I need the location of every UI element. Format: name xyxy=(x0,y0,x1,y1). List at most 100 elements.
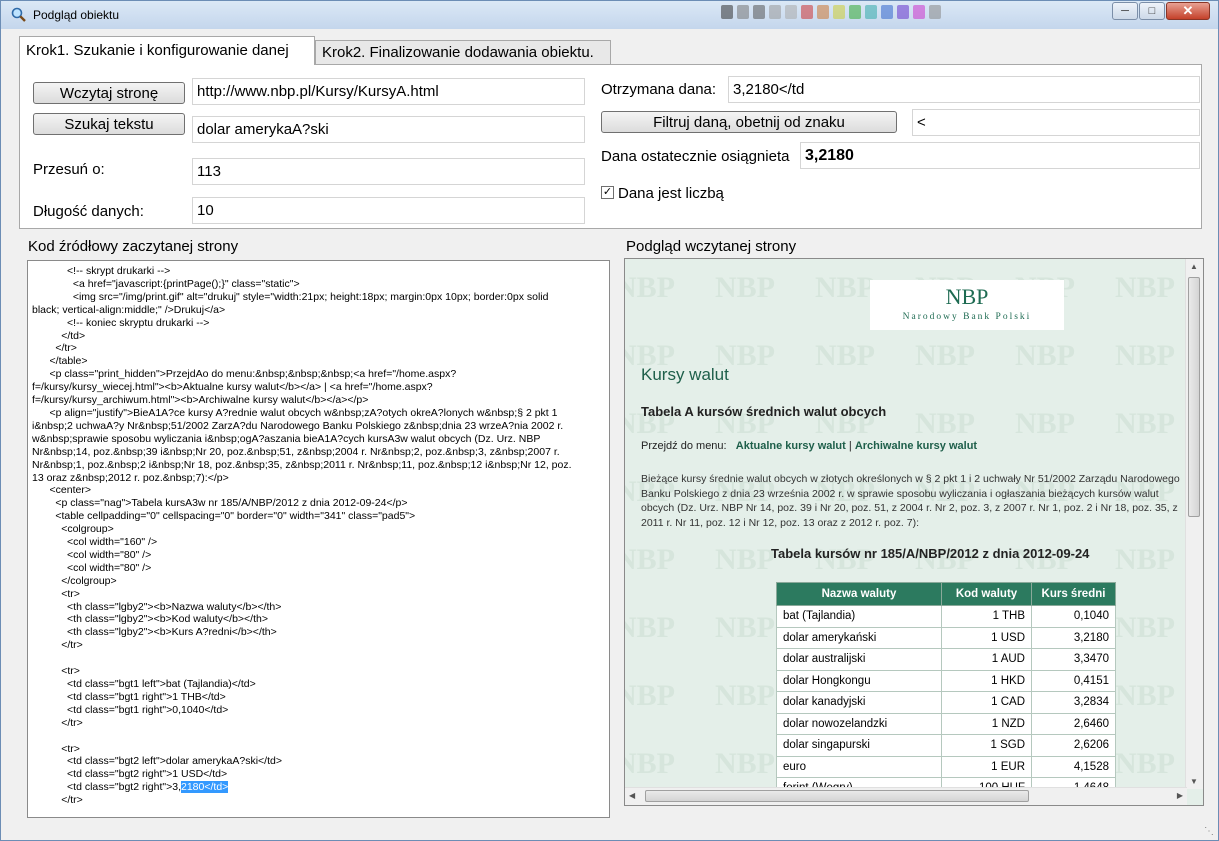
resize-grip-icon[interactable]: ⋱ xyxy=(1204,826,1216,838)
shift-input[interactable]: 113 xyxy=(192,158,585,185)
watermark-text: NBP xyxy=(1115,679,1175,712)
vertical-scroll-thumb[interactable] xyxy=(1188,277,1200,517)
logo-title: NBP xyxy=(945,284,989,309)
url-input[interactable]: http://www.nbp.pl/Kursy/KursyA.html xyxy=(192,78,585,105)
scroll-up-icon[interactable]: ▲ xyxy=(1190,262,1198,271)
menu-prefix: Przejdź do menu: xyxy=(641,440,727,452)
currency-code: 1 NZD xyxy=(941,712,1032,735)
watermark-text: NBP xyxy=(715,271,775,304)
currency-rate: 0,4151 xyxy=(1031,669,1116,692)
watermark-text: NBP xyxy=(815,339,875,372)
currency-rate: 3,2834 xyxy=(1031,691,1116,714)
currency-code: 1 USD xyxy=(941,626,1032,649)
filter-char-input[interactable]: < xyxy=(912,109,1200,136)
magnifier-app-icon xyxy=(11,7,26,22)
is-number-checkbox[interactable]: ✓ xyxy=(601,186,614,199)
currency-name: dolar amerykański xyxy=(776,626,942,649)
received-value-field[interactable]: 3,2180</td xyxy=(728,76,1200,103)
watermark-text: NBP xyxy=(1115,339,1175,372)
currency-code: 1 THB xyxy=(941,605,1032,628)
final-value-field[interactable]: 3,2180 xyxy=(800,142,1200,169)
table-row: dolar nowozelandzki 1 NZD 2,6460 xyxy=(776,712,1116,735)
preview-heading: Kursy walut xyxy=(641,365,729,384)
watermark-text: NBP xyxy=(715,679,775,712)
preview-intro-text: Bieżące kursy średnie walut obcych w zło… xyxy=(641,473,1180,529)
is-number-label: Dana jest liczbą xyxy=(618,185,724,202)
currency-name: bat (Tajlandia) xyxy=(776,605,942,628)
watermark-text: NBP xyxy=(1015,339,1075,372)
menu-separator: | xyxy=(848,440,852,452)
minimize-button[interactable]: ─ xyxy=(1112,2,1138,20)
column-header: Kurs średni xyxy=(1031,582,1116,606)
filter-button[interactable]: Filtruj daną, obetnij od znaku xyxy=(601,111,897,133)
watermark-text: NBP xyxy=(715,543,775,576)
table-row: dolar australijski 1 AUD 3,3470 xyxy=(776,648,1116,671)
currency-rate: 3,3470 xyxy=(1031,648,1116,671)
search-text-input[interactable]: dolar amerykaA?ski xyxy=(192,116,585,143)
currency-code: 1 HKD xyxy=(941,669,1032,692)
watermark-text: NBP xyxy=(625,611,675,644)
watermark-text: NBP xyxy=(625,747,675,780)
source-section-label: Kod źródłowy zaczytanej strony xyxy=(28,238,239,255)
watermark-text: NBP xyxy=(1015,407,1075,440)
source-code-highlight: 2180</td> xyxy=(181,781,229,794)
table-caption: Tabela kursów nr 185/A/NBP/2012 z dnia 2… xyxy=(771,546,1090,561)
title-bar: Podgląd obiektu ─ □ ✕ xyxy=(1,1,1218,29)
length-input[interactable]: 10 xyxy=(192,197,585,224)
currency-name: dolar singapurski xyxy=(776,734,942,757)
minimize-icon: ─ xyxy=(1121,5,1129,17)
nbp-logo: NBP Narodowy Bank Polski xyxy=(870,280,1064,330)
tab-step1[interactable]: Krok1. Szukanie i konfigurowanie danej xyxy=(19,36,315,65)
watermark-text: NBP xyxy=(1115,407,1175,440)
table-row: dolar singapurski 1 SGD 2,6206 xyxy=(776,734,1116,757)
currency-name: euro xyxy=(776,755,942,778)
column-header: Kod waluty xyxy=(941,582,1032,606)
currency-rate: 4,1528 xyxy=(1031,755,1116,778)
received-label: Otrzymana dana: xyxy=(601,81,717,98)
app-window: Podgląd obiektu ─ □ ✕ Krok1. Szukanie i … xyxy=(0,0,1219,841)
preview-horizontal-scrollbar[interactable]: ◀ ▶ xyxy=(625,787,1187,805)
table-row: dolar Hongkongu 1 HKD 0,4151 xyxy=(776,669,1116,692)
currency-code: 1 AUD xyxy=(941,648,1032,671)
watermark-text: NBP xyxy=(715,611,775,644)
watermark-text: NBP xyxy=(815,271,875,304)
currency-name: dolar nowozelandzki xyxy=(776,712,942,735)
load-page-button[interactable]: Wczytaj stronę xyxy=(33,82,185,104)
currency-name: dolar australijski xyxy=(776,648,942,671)
currency-name: dolar Hongkongu xyxy=(776,669,942,692)
table-row: dolar amerykański 1 USD 3,2180 xyxy=(776,626,1116,649)
maximize-icon: □ xyxy=(1148,5,1156,17)
tab-step2[interactable]: Krok2. Finalizowanie dodawania obiektu. xyxy=(315,40,611,64)
table-row: euro 1 EUR 4,1528 xyxy=(776,755,1116,778)
close-button[interactable]: ✕ xyxy=(1166,2,1210,20)
source-code-box[interactable]: <!-- skrypt drukarki --> <a href="javasc… xyxy=(27,260,610,818)
menu-link-current-rates[interactable]: Aktualne kursy walut xyxy=(736,440,846,452)
currency-rate: 2,6460 xyxy=(1031,712,1116,735)
source-code-before: <!-- skrypt drukarki --> <a href="javasc… xyxy=(32,265,572,794)
scroll-down-icon[interactable]: ▼ xyxy=(1190,777,1198,786)
scroll-right-icon[interactable]: ▶ xyxy=(1177,791,1183,800)
preview-section-label: Podgląd wczytanej strony xyxy=(626,238,797,255)
watermark-text: NBP xyxy=(915,339,975,372)
length-label: Długość danych: xyxy=(33,203,144,220)
scroll-left-icon[interactable]: ◀ xyxy=(629,791,635,800)
menu-link-archive-rates[interactable]: Archiwalne kursy walut xyxy=(855,440,977,452)
watermark-text: NBP xyxy=(625,543,675,576)
currency-rate: 3,2180 xyxy=(1031,626,1116,649)
source-code-after: </tr> xyxy=(61,794,83,807)
close-icon: ✕ xyxy=(1182,3,1194,18)
source-code-text[interactable]: <!-- skrypt drukarki --> <a href="javasc… xyxy=(32,265,602,807)
preview-menu: Przejdź do menu: Aktualne kursy walut | … xyxy=(641,440,977,452)
currency-name: dolar kanadyjski xyxy=(776,691,942,714)
currency-rate: 2,6206 xyxy=(1031,734,1116,757)
search-text-button[interactable]: Szukaj tekstu xyxy=(33,113,185,135)
rates-table: Nazwa waluty Kod waluty Kurs średni bat … xyxy=(776,582,1116,800)
step1-panel: Wczytaj stronę http://www.nbp.pl/Kursy/K… xyxy=(19,64,1202,229)
watermark-text: NBP xyxy=(1115,543,1175,576)
horizontal-scroll-thumb[interactable] xyxy=(645,790,1029,802)
logo-subtitle: Narodowy Bank Polski xyxy=(902,312,1032,322)
preview-vertical-scrollbar[interactable]: ▲ ▼ xyxy=(1185,259,1203,789)
maximize-button[interactable]: □ xyxy=(1139,2,1165,20)
table-row: bat (Tajlandia) 1 THB 0,1040 xyxy=(776,605,1116,628)
page-preview[interactable]: NBPNBPNBPNBPNBPNBPNBPNBPNBPNBPNBPNBPNBPN… xyxy=(624,258,1204,806)
